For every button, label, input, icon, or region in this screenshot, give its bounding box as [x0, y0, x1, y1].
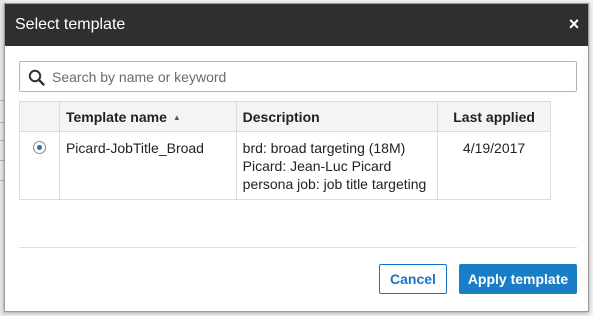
templates-table: Template name ▲ Description Last applied … — [19, 101, 551, 200]
row-select-cell — [19, 131, 60, 200]
description-header: Description — [235, 101, 439, 132]
radio-selected-dot — [37, 145, 42, 150]
description-cell: brd: broad targeting (18M) Picard: Jean-… — [235, 131, 439, 200]
table-header-row: Template name ▲ Description Last applied — [19, 101, 551, 132]
sort-ascending-icon[interactable]: ▲ — [173, 113, 181, 122]
cancel-button[interactable]: Cancel — [379, 264, 447, 294]
select-template-dialog: Select template × Template name ▲ Descrip… — [4, 3, 589, 312]
last-applied-header: Last applied — [437, 101, 551, 132]
last-applied-cell: 4/19/2017 — [437, 131, 551, 200]
search-box — [19, 61, 577, 92]
dialog-title: Select template — [15, 16, 126, 33]
close-icon[interactable]: × — [566, 14, 582, 34]
search-icon — [28, 69, 45, 86]
template-name-cell: Picard-JobTitle_Broad — [58, 131, 237, 200]
dialog-header: Select template × — [5, 4, 588, 46]
table-row[interactable]: Picard-JobTitle_Broad brd: broad targeti… — [19, 131, 551, 200]
select-column-header — [19, 101, 60, 132]
search-input[interactable] — [50, 63, 570, 90]
template-name-header-label: Template name — [65, 109, 167, 125]
apply-template-button[interactable]: Apply template — [459, 264, 577, 294]
footer-divider — [19, 247, 577, 248]
template-radio-button[interactable] — [33, 141, 46, 154]
template-name-header[interactable]: Template name ▲ — [58, 101, 237, 132]
